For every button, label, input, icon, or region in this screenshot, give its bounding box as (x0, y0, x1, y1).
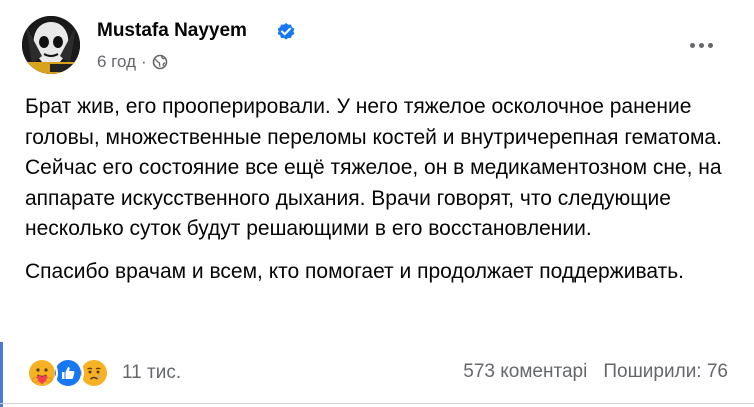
facebook-post: Mustafa Nayyem 6 год · Брат жив, его про… (0, 0, 754, 407)
focus-indicator (0, 342, 3, 407)
author-name[interactable]: Mustafa Nayyem (97, 20, 247, 42)
post-timestamp[interactable]: 6 год (97, 52, 136, 72)
care-reaction-icon (26, 357, 58, 389)
post-meta: 6 год · (97, 52, 168, 72)
author-avatar[interactable] (22, 16, 80, 74)
more-options-button[interactable] (675, 27, 727, 63)
post-paragraph: Спасибо врачам и всем, кто помогает и пр… (25, 259, 684, 283)
post-text: Брат жив, его прооперировали. У него тяж… (25, 92, 735, 287)
engagement-stats: 573 коментарі Поширили: 76 (463, 361, 728, 383)
more-horizontal-icon-dot (698, 42, 704, 48)
verified-badge-icon (277, 23, 295, 40)
more-horizontal-icon-dot (707, 42, 713, 48)
comments-count-link[interactable]: 573 коментарі (463, 361, 587, 383)
globe-icon[interactable] (152, 54, 168, 70)
reactions-summary[interactable]: 11 тис. (26, 356, 181, 390)
avatar-image (22, 16, 80, 74)
more-horizontal-icon-dot (689, 42, 695, 48)
divider (0, 403, 754, 404)
shares-count-link[interactable]: Поширили: 76 (603, 361, 728, 383)
meta-separator: · (141, 52, 147, 71)
reaction-count[interactable]: 11 тис. (122, 362, 181, 384)
post-paragraph: Брат жив, его прооперировали. У него тяж… (25, 95, 722, 240)
